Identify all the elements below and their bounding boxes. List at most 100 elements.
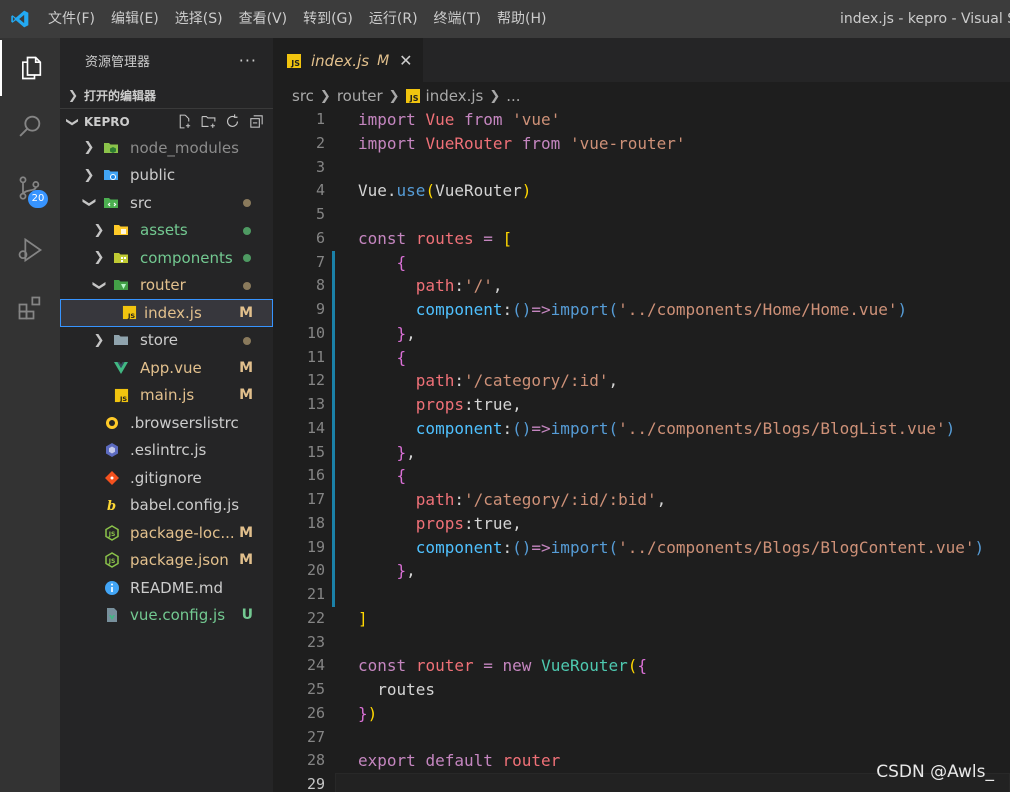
more-actions-icon[interactable]: ··· — [239, 51, 257, 70]
source-control-activity-button[interactable]: 20 — [0, 160, 60, 216]
tree-file-babel-config-js[interactable]: b babel.config.js — [60, 492, 273, 520]
git-status-letter: M — [239, 387, 253, 404]
code-editor[interactable]: 1 import Vue from 'vue' 2 import VueRouter… — [273, 108, 1010, 792]
components-folder-icon — [113, 250, 129, 266]
explorer-title: 资源管理器 — [85, 54, 151, 70]
tree-item-label: main.js — [140, 386, 195, 405]
tree-file-package-loc[interactable]: JS package-loc... M — [60, 519, 273, 547]
extensions-activity-button[interactable] — [0, 280, 60, 336]
js-file-icon: JS — [405, 89, 420, 103]
tree-item-label: public — [130, 166, 176, 185]
svg-text:JS: JS — [126, 312, 134, 320]
tree-folder-components[interactable]: ❯ components — [60, 244, 273, 272]
code-line: 11 { — [306, 347, 407, 367]
tree-item-label: babel.config.js — [130, 496, 240, 515]
menu-file[interactable]: 文件(F) — [40, 0, 103, 38]
menu-go[interactable]: 转到(G) — [295, 0, 361, 38]
tree-folder-assets[interactable]: ❯ assets — [60, 217, 273, 245]
tab-index-js[interactable]: JS index.js M ✕ — [273, 38, 423, 82]
git-status-letter: M — [239, 359, 253, 376]
tree-folder-router[interactable]: ❯ router — [60, 272, 273, 300]
nodejs-file-icon: JS — [104, 524, 120, 541]
new-folder-icon[interactable] — [199, 113, 217, 131]
run-debug-icon — [18, 237, 43, 263]
chevron-right-icon: ❯ — [67, 88, 79, 102]
router-folder-icon — [113, 277, 129, 293]
chevron-down-icon: ❯ — [66, 116, 80, 127]
search-icon — [19, 115, 41, 137]
tree-item-label: package-loc... — [130, 523, 235, 542]
menu-selection[interactable]: 选择(S) — [167, 0, 231, 38]
code-line: 8 path:'/', — [315, 276, 503, 296]
collapse-all-icon[interactable] — [247, 113, 265, 131]
src-folder-icon — [103, 195, 119, 211]
tree-file-app-vue[interactable]: App.vue M — [60, 354, 273, 382]
tree-item-label: index.js — [144, 303, 202, 322]
git-status-dot — [243, 254, 251, 262]
code-line: 4 Vue.use(VueRouter) — [315, 181, 532, 201]
tree-file-eslintrc-js[interactable]: .eslintrc.js — [60, 437, 273, 465]
title-bar: 文件(F) 编辑(E) 选择(S) 查看(V) 转到(G) 运行(R) 终端(T… — [0, 0, 1010, 38]
tree-file-gitignore[interactable]: .gitignore — [60, 464, 273, 492]
babel-file-icon: b — [104, 497, 120, 513]
tree-folder-node-modules[interactable]: ❯ node_modules — [60, 134, 273, 162]
git-status-letter: U — [241, 607, 253, 624]
chevron-down-icon: ❯ — [81, 197, 97, 209]
chevron-down-icon: ❯ — [91, 279, 107, 291]
tree-file-main-js[interactable]: JS main.js M — [60, 382, 273, 410]
svg-text:JS: JS — [108, 531, 116, 538]
vue-file-icon — [113, 360, 129, 376]
breadcrumb-item[interactable]: index.js — [426, 87, 484, 105]
project-section[interactable]: ❯ KEPRO — [60, 108, 273, 134]
vscode-logo-icon — [0, 0, 40, 38]
vue-config-file-icon — [104, 607, 120, 623]
tree-folder-store[interactable]: ❯ store — [60, 327, 273, 355]
git-status-dot — [243, 336, 251, 345]
tree-file-vue-config-js[interactable]: vue.config.js U — [60, 602, 273, 630]
tree-file-index-js[interactable]: JS index.js M — [60, 299, 273, 327]
tree-file-package-json[interactable]: JS package.json M — [60, 547, 273, 575]
git-status-letter: M — [239, 552, 253, 569]
browserslist-file-icon — [104, 415, 120, 431]
svg-text:b: b — [107, 499, 116, 513]
menu-view[interactable]: 查看(V) — [231, 0, 296, 38]
git-status-dot — [243, 199, 251, 207]
breadcrumb: src ❯ router ❯ JS index.js ❯ ... — [273, 82, 1010, 110]
git-file-icon — [104, 470, 120, 486]
code-line: 15 }, — [306, 442, 416, 462]
code-line: 24 const router = new VueRouter({ — [306, 656, 648, 676]
new-file-icon[interactable] — [175, 113, 193, 131]
breadcrumb-item[interactable]: router — [337, 87, 383, 105]
breadcrumb-item[interactable]: ... — [506, 87, 520, 105]
scm-count-badge: 20 — [28, 190, 48, 208]
code-line: 17 path:'/category/:id/:bid', — [306, 490, 667, 509]
public-folder-icon — [103, 167, 119, 183]
tree-folder-src[interactable]: ❯ src — [60, 189, 273, 217]
chevron-right-icon: ❯ — [489, 88, 501, 104]
info-file-icon — [104, 580, 120, 596]
tree-file-readme-md[interactable]: README.md — [60, 574, 273, 602]
explorer-header: 资源管理器 ··· — [60, 38, 273, 82]
code-line: 7 { — [315, 252, 407, 272]
search-activity-button[interactable] — [0, 98, 60, 154]
code-line: 22] — [306, 608, 368, 628]
tree-folder-public[interactable]: ❯ public — [60, 162, 273, 190]
watermark: CSDN @Awls_ — [876, 762, 994, 782]
tree-file-browserslistrc[interactable]: .browserslistrc — [60, 409, 273, 437]
refresh-icon[interactable] — [223, 113, 241, 131]
explorer-sidebar: 资源管理器 ··· ❯ 打开的编辑器 ❯ KEPRO ❯ node_modules… — [60, 38, 273, 792]
close-icon[interactable]: ✕ — [399, 51, 412, 70]
code-line: 5 — [315, 205, 325, 223]
git-status-letter: M — [239, 304, 253, 321]
tree-item-label: .browserslistrc — [130, 413, 239, 432]
explorer-activity-button[interactable] — [0, 40, 60, 96]
window-title: index.js - kepro - Visual St — [840, 11, 1010, 27]
menu-edit[interactable]: 编辑(E) — [103, 0, 167, 38]
menu-terminal[interactable]: 终端(T) — [426, 0, 489, 38]
tree-item-label: App.vue — [140, 358, 202, 377]
menu-help[interactable]: 帮助(H) — [489, 0, 554, 38]
open-editors-section[interactable]: ❯ 打开的编辑器 — [60, 82, 273, 108]
menu-run[interactable]: 运行(R) — [361, 0, 426, 38]
breadcrumb-item[interactable]: src — [292, 87, 314, 105]
run-debug-activity-button[interactable] — [0, 222, 60, 278]
